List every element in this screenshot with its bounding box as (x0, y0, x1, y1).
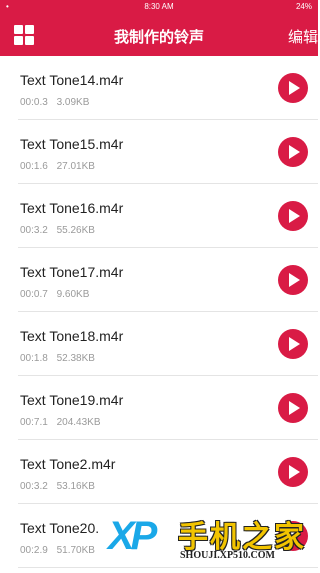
ringtone-meta: 00:3.2 55.26KB (20, 225, 95, 236)
ringtone-duration: 00:0.7 (20, 289, 48, 300)
ringtone-meta: 00:7.1 204.43KB (20, 417, 101, 428)
ringtone-duration: 00:1.8 (20, 353, 48, 364)
play-icon[interactable] (278, 201, 308, 231)
ringtone-duration: 00:7.1 (20, 417, 48, 428)
ringtone-name: Text Tone2.m4r (20, 456, 116, 472)
ringtone-duration: 00:3.2 (20, 481, 48, 492)
list-item[interactable]: Text Tone2.m4r 00:3.2 53.16KB (18, 440, 318, 504)
ringtone-duration: 00:0.3 (20, 97, 48, 108)
play-icon[interactable] (278, 457, 308, 487)
list-item[interactable]: Text Tone17.m4r 00:0.7 9.60KB (18, 248, 318, 312)
ringtone-size: 52.38KB (56, 353, 95, 364)
watermark-logo: XP (108, 514, 157, 558)
ringtone-size: 51.70KB (56, 545, 95, 556)
ringtone-size: 9.60KB (56, 289, 90, 300)
ringtone-meta: 00:0.3 3.09KB (20, 97, 89, 108)
ringtone-meta: 00:2.9 51.70KB (20, 545, 95, 556)
ringtone-name: Text Tone14.m4r (20, 72, 124, 88)
ringtone-name: Text Tone20. (20, 520, 100, 536)
list-item[interactable]: Text Tone19.m4r 00:7.1 204.43KB (18, 376, 318, 440)
list-item[interactable]: Text Tone14.m4r 00:0.3 3.09KB (18, 56, 318, 120)
ringtone-size: 53.16KB (56, 481, 95, 492)
ringtone-name: Text Tone16.m4r (20, 200, 124, 216)
list-item[interactable]: Text Tone16.m4r 00:3.2 55.26KB (18, 184, 318, 248)
play-icon[interactable] (278, 329, 308, 359)
watermark-url: SHOUJI.XP510.COM (180, 550, 275, 561)
ringtone-meta: 00:0.7 9.60KB (20, 289, 89, 300)
play-icon[interactable] (278, 73, 308, 103)
ringtone-size: 204.43KB (56, 417, 101, 428)
navigation-bar: 我制作的铃声 编辑 (0, 14, 318, 56)
play-icon[interactable] (278, 393, 308, 423)
status-bar: • 8:30 AM 24% (0, 0, 318, 14)
ringtone-size: 3.09KB (56, 97, 90, 108)
ringtone-size: 27.01KB (56, 161, 95, 172)
status-battery: 24% (295, 2, 312, 11)
ringtone-meta: 00:1.6 27.01KB (20, 161, 95, 172)
play-icon[interactable] (278, 265, 308, 295)
ringtone-meta: 00:1.8 52.38KB (20, 353, 95, 364)
play-icon[interactable] (278, 137, 308, 167)
ringtone-duration: 00:3.2 (20, 225, 48, 236)
watermark: XP 手机之家 SHOUJI.XP510.COM (108, 510, 318, 570)
ringtone-meta: 00:3.2 53.16KB (20, 481, 95, 492)
ringtone-name: Text Tone17.m4r (20, 264, 124, 280)
edit-button[interactable]: 编辑 (288, 26, 318, 47)
ringtone-name: Text Tone19.m4r (20, 392, 124, 408)
page-title: 我制作的铃声 (113, 29, 204, 46)
list-item[interactable]: Text Tone15.m4r 00:1.6 27.01KB (18, 120, 318, 184)
ringtone-duration: 00:1.6 (20, 161, 48, 172)
status-time: 8:30 AM (144, 2, 174, 11)
ringtone-name: Text Tone15.m4r (20, 136, 124, 152)
ringtone-duration: 00:2.9 (20, 545, 48, 556)
ringtone-size: 55.26KB (56, 225, 95, 236)
grid-menu-icon[interactable] (14, 25, 34, 45)
ringtone-list: Text Tone14.m4r 00:0.3 3.09KB Text Tone1… (0, 56, 318, 568)
ringtone-name: Text Tone18.m4r (20, 328, 124, 344)
list-item[interactable]: Text Tone18.m4r 00:1.8 52.38KB (18, 312, 318, 376)
